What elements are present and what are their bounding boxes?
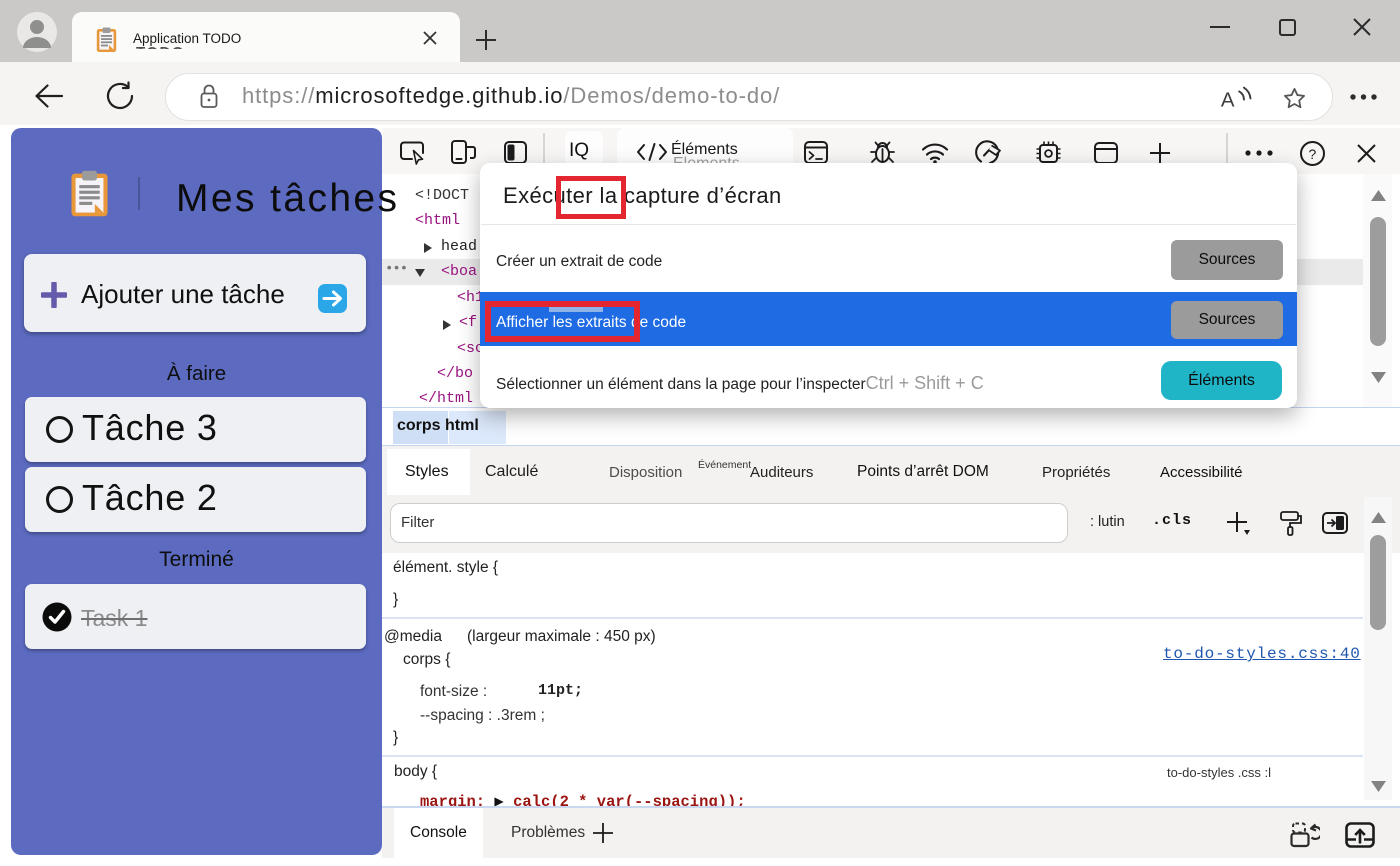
svg-text:A: A bbox=[1221, 89, 1235, 112]
svg-text:?: ? bbox=[1309, 146, 1317, 162]
